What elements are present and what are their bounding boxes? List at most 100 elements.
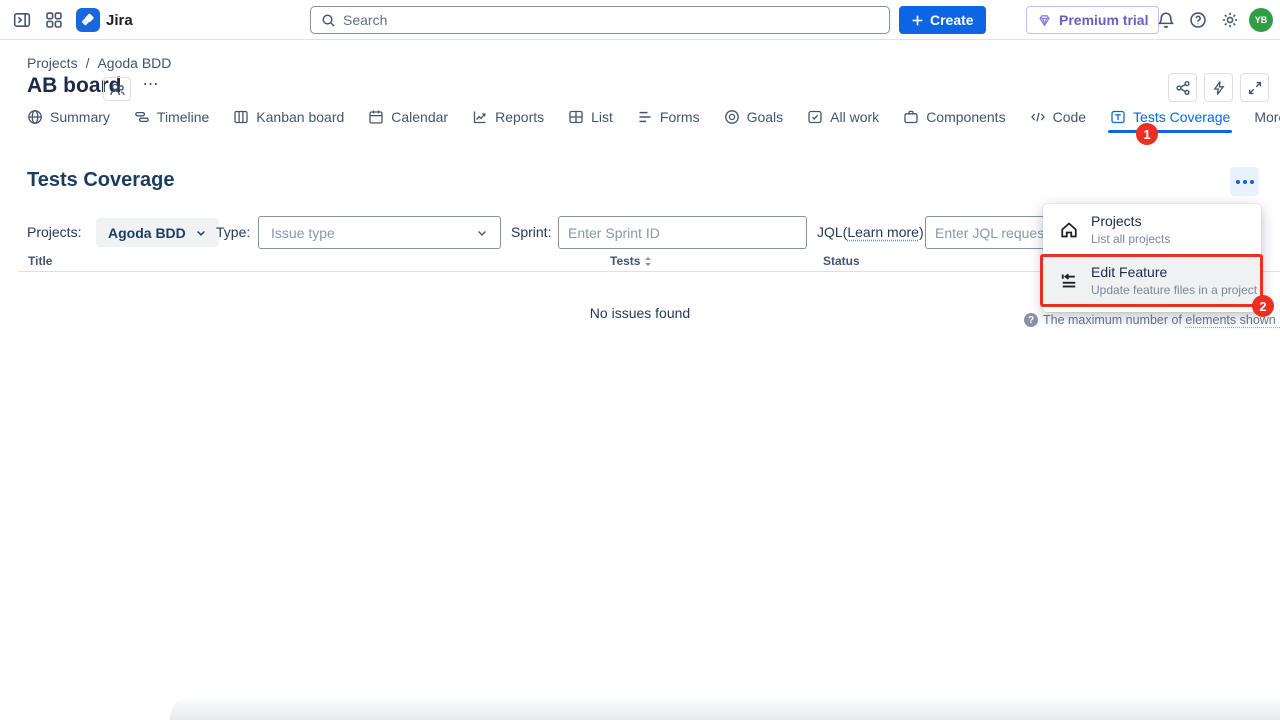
help-circle-icon: ? [1024,313,1038,327]
tab-list[interactable]: List [568,109,613,133]
breadcrumb: Projects / Agoda BDD [27,55,171,71]
breadcrumb-project-name[interactable]: Agoda BDD [97,55,171,71]
jql-label-pre: JQL( [817,224,847,240]
premium-trial-button[interactable]: Premium trial [1026,6,1159,34]
table-icon [568,109,584,125]
kanban-icon [233,109,249,125]
jira-window: Jira Create Premium trial YB [0,0,1280,720]
issue-type-placeholder: Issue type [271,225,335,241]
target-icon [724,109,740,125]
home-icon [1059,220,1079,240]
menu-item-edit-feature[interactable]: Edit Feature Update feature files in a p… [1043,255,1261,306]
bottom-overlay-shadow [170,696,1280,720]
menu-item-projects[interactable]: Projects List all projects [1043,204,1261,255]
avatar-initials: YB [1255,15,1268,25]
share-icon[interactable] [1168,73,1197,102]
tab-label: Kanban board [256,109,344,125]
jira-logo[interactable] [76,8,100,32]
tab-label: Reports [495,109,544,125]
user-avatar[interactable]: YB [1249,8,1273,32]
global-search[interactable] [310,6,890,34]
tab-timeline[interactable]: Timeline [134,109,209,133]
search-icon [321,13,336,28]
tab-code[interactable]: Code [1030,109,1086,133]
app-switcher-icon[interactable] [44,10,64,30]
plus-icon [911,14,924,27]
type-filter-label: Type: [216,224,250,240]
tab-label: Goals [747,109,784,125]
tab-more[interactable]: More 5 [1254,109,1280,133]
breadcrumb-projects[interactable]: Projects [27,55,78,71]
forms-icon [637,109,653,125]
column-header-title: Title [28,254,52,268]
expand-fullscreen-icon[interactable] [1240,73,1269,102]
annotation-step-1-badge: 1 [1136,123,1158,145]
feature-sliders-icon [1059,271,1079,291]
tab-label: Forms [660,109,700,125]
breadcrumb-separator: / [86,55,90,71]
column-header-status: Status [823,254,860,268]
page-title: Tests Coverage [27,169,174,192]
annotation-step-2-number: 2 [1259,299,1266,314]
settings-gear-icon[interactable] [1220,10,1240,30]
tab-forms[interactable]: Forms [637,109,700,133]
jql-learn-more-link[interactable]: Learn more [847,224,919,240]
footnote-text: The maximum number of elements shown is … [1043,313,1280,327]
footnote-text-pre: The maximum number of [1043,313,1185,327]
projects-filter-dropdown[interactable]: Agoda BDD [96,218,219,247]
tab-components[interactable]: Components [903,109,1005,133]
chevron-down-icon [195,227,207,239]
projects-filter-label: Projects: [27,224,81,240]
tab-label: Code [1053,109,1086,125]
dot-icon [1236,180,1240,184]
dot-icon [1250,180,1254,184]
max-elements-footnote: ? The maximum number of elements shown i… [1024,313,1280,327]
create-button-label: Create [930,12,974,28]
page-more-actions-button[interactable] [1230,167,1259,196]
top-navigation-bar: Jira Create Premium trial YB [0,0,1280,40]
tab-label: Components [926,109,1005,125]
menu-item-subtitle: Update feature files in a project [1091,282,1257,298]
board-header-actions [1168,73,1269,102]
projects-filter-value: Agoda BDD [108,225,186,241]
dot-icon [1243,180,1247,184]
diamond-icon [1037,13,1052,28]
tab-all-work[interactable]: All work [807,109,879,133]
chart-icon [472,109,488,125]
tab-reports[interactable]: Reports [472,109,544,133]
code-icon [1030,109,1046,125]
annotation-step-1-number: 1 [1143,127,1150,142]
board-more-actions-icon[interactable]: ⋯ [140,72,162,96]
board-members-button[interactable] [103,77,131,101]
page-actions-menu: Projects List all projects Edit Feature … [1043,204,1261,312]
globe-icon [27,109,43,125]
annotation-step-2-badge: 2 [1252,295,1274,317]
jql-filter-label: JQL(Learn more): [817,224,928,240]
issue-type-select[interactable]: Issue type [258,216,501,249]
notifications-bell-icon[interactable] [1156,10,1176,30]
all-work-icon [807,109,823,125]
search-input[interactable] [343,12,879,28]
tab-label: List [591,109,613,125]
tab-tests-coverage[interactable]: Tests Coverage [1110,109,1230,133]
column-header-tests[interactable]: Tests [610,254,652,268]
automation-lightning-icon[interactable] [1204,73,1233,102]
components-icon [903,109,919,125]
chevron-down-icon [476,227,488,239]
menu-item-title: Edit Feature [1091,263,1257,281]
create-button[interactable]: Create [899,6,986,34]
sidebar-toggle-icon[interactable] [12,10,32,30]
tab-calendar[interactable]: Calendar [368,109,448,133]
column-header-tests-label: Tests [610,254,640,268]
premium-trial-label: Premium trial [1059,12,1148,28]
tab-summary[interactable]: Summary [27,109,110,133]
help-icon[interactable] [1188,10,1208,30]
board-tab-bar: Summary Timeline Kanban board Calendar R… [27,107,1280,133]
menu-item-subtitle: List all projects [1091,231,1170,247]
tab-kanban-board[interactable]: Kanban board [233,109,344,133]
sprint-id-input[interactable] [558,216,807,249]
tests-coverage-icon [1110,109,1126,125]
calendar-icon [368,109,384,125]
tab-goals[interactable]: Goals [724,109,784,133]
menu-item-title: Projects [1091,212,1170,230]
